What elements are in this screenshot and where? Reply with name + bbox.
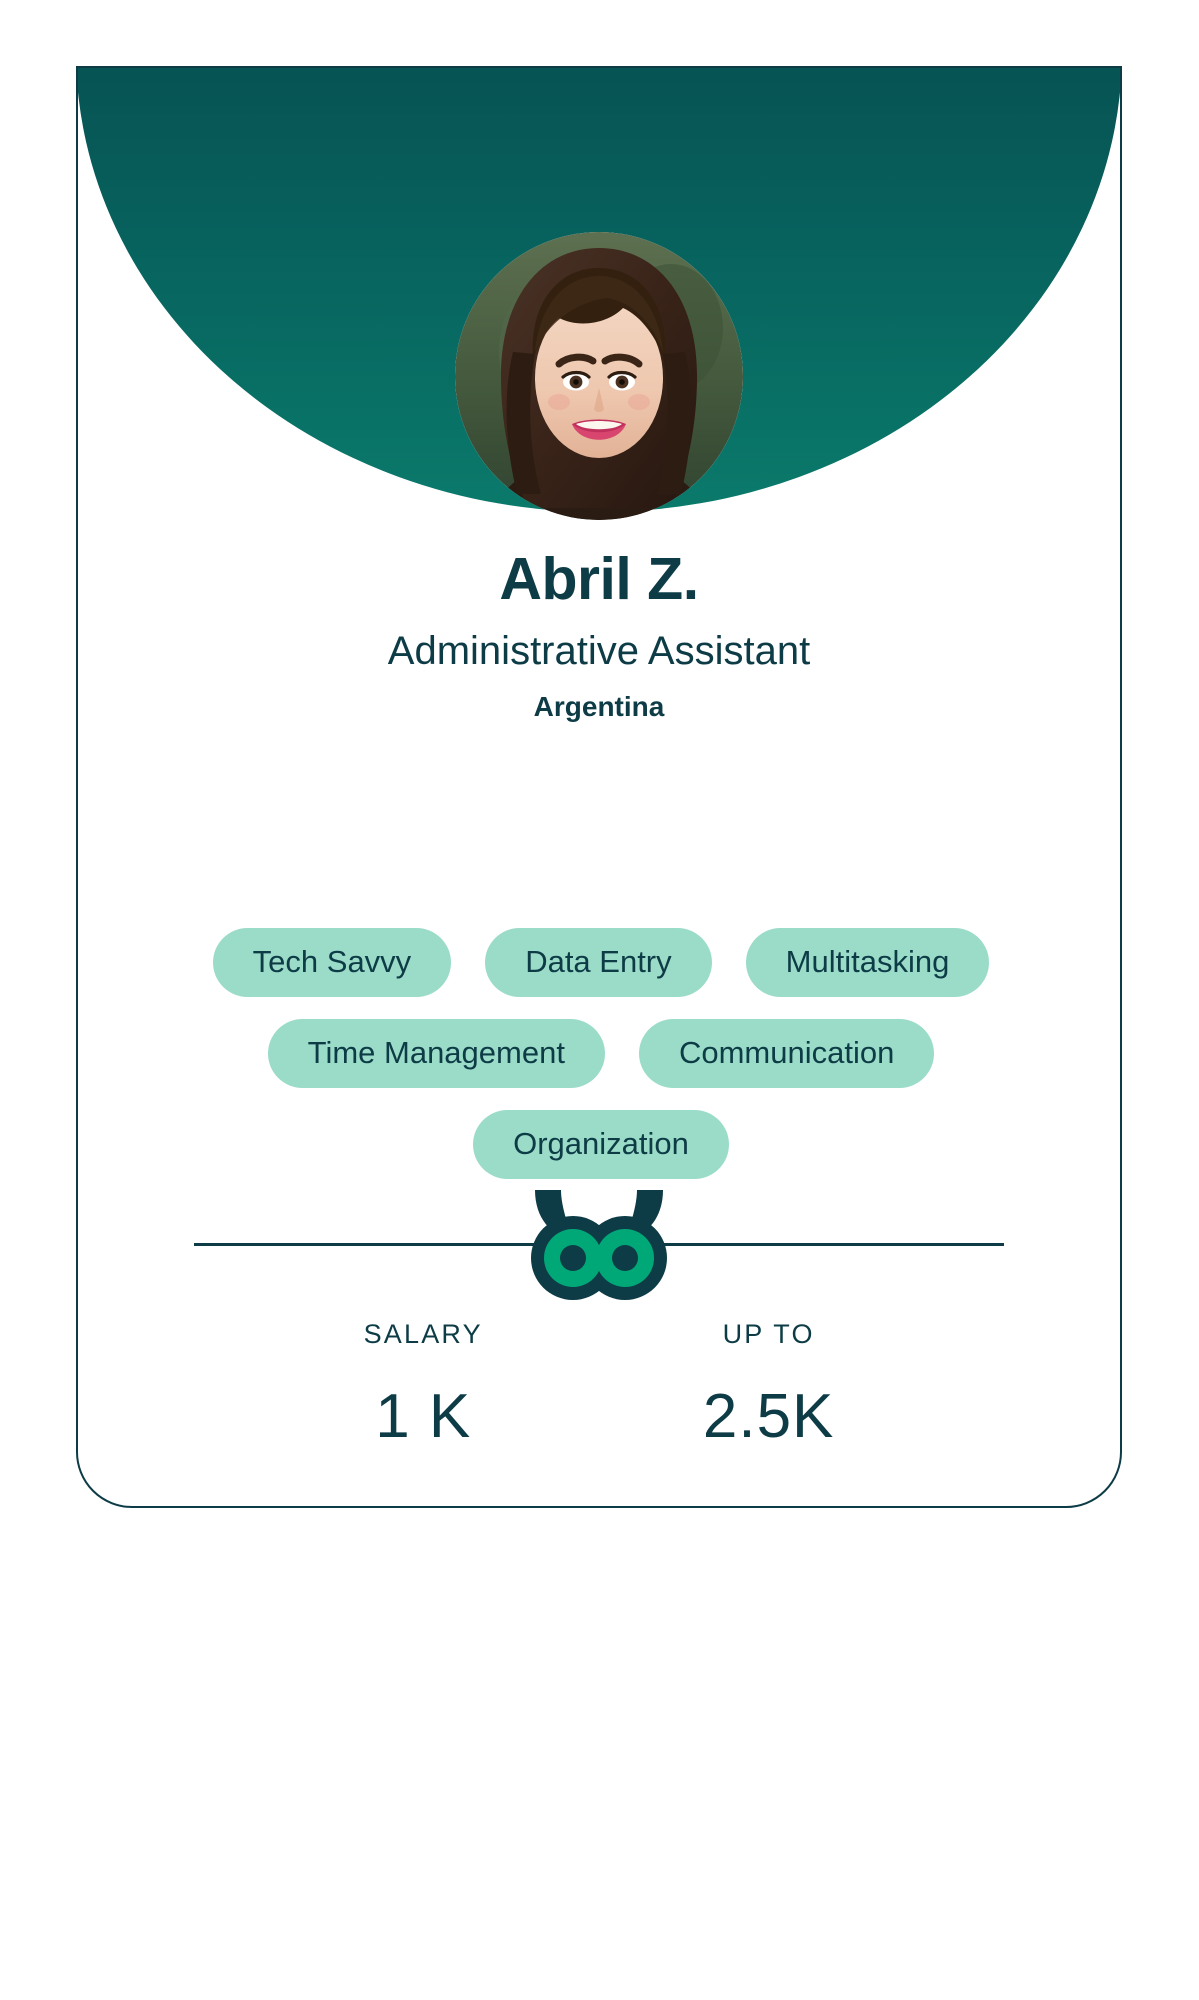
profile-card-stage: Abril Z. Administrative Assistant Argent… (0, 0, 1199, 2000)
avatar (455, 232, 743, 520)
page-title: Abril Z. (499, 546, 699, 612)
salary-from-value: 1 K (375, 1382, 472, 1452)
skill-tag[interactable]: Multitasking (745, 928, 990, 997)
skill-tag[interactable]: Organization (473, 1110, 729, 1179)
divider-with-logo (194, 1184, 1004, 1304)
skill-tag-list: Tech Savvy Data Entry Multitasking Time … (124, 928, 1078, 1179)
skill-tag[interactable]: Data Entry (485, 928, 712, 997)
identity-block: Abril Z. Administrative Assistant Argent… (78, 546, 1120, 723)
skill-tag[interactable]: Time Management (267, 1019, 605, 1088)
salary-to-block: UP TO 2.5K (703, 1318, 835, 1448)
job-title: Administrative Assistant (387, 628, 811, 673)
skill-tag[interactable]: Communication (638, 1019, 935, 1088)
salary-to-value: 2.5K (702, 1382, 835, 1452)
salary-from-label: SALARY (363, 1319, 483, 1349)
salary-row: SALARY 1 K UP TO 2.5K (78, 1318, 1120, 1448)
owl-logo-icon (521, 1184, 677, 1304)
salary-from-block: SALARY 1 K (364, 1318, 483, 1448)
country-label: Argentina (533, 690, 665, 722)
salary-to-label: UP TO (722, 1319, 815, 1349)
skill-tag[interactable]: Tech Savvy (212, 928, 452, 997)
candidate-profile-card[interactable]: Abril Z. Administrative Assistant Argent… (76, 66, 1122, 1508)
